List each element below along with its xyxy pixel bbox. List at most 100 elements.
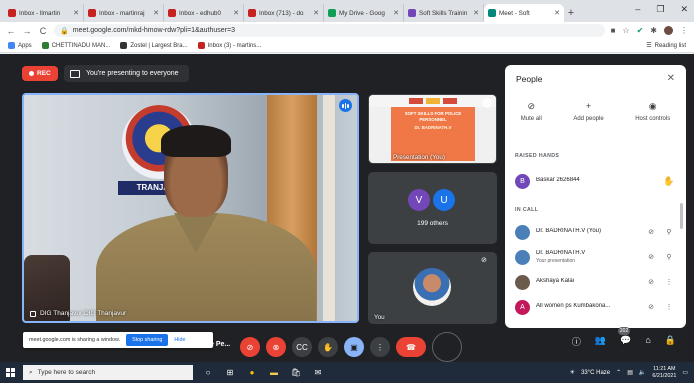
bookmark-label: Apps xyxy=(18,42,32,49)
clock[interactable]: 11:21 AM 6/21/2021 xyxy=(652,366,676,380)
bookmark-item[interactable]: Inbox (3) - martins... xyxy=(197,42,261,49)
new-tab-button[interactable]: + xyxy=(564,4,578,22)
present-button[interactable]: ▣ xyxy=(344,337,364,357)
list-item[interactable]: Dr. BADRINATH.V Your presentation ⊘ ⚲ xyxy=(515,249,675,265)
panel-scrollbar[interactable] xyxy=(680,203,683,229)
people-count-badge: 202 xyxy=(617,327,631,335)
activities-icon[interactable]: ⌂ xyxy=(645,335,650,348)
reading-list-button[interactable]: ☰ Reading list xyxy=(646,42,686,50)
stop-sharing-button[interactable]: Stop sharing xyxy=(126,334,169,346)
wall-panel xyxy=(323,95,335,321)
avatar: B xyxy=(515,173,530,189)
captions-button[interactable]: CC xyxy=(292,337,312,357)
presentation-tile[interactable]: SOFT SKILLS FOR POLICE PERSONNEL Dr. BAD… xyxy=(368,94,497,164)
list-item[interactable]: A All women ps Kumbakona... ⊘ ⋮ xyxy=(515,299,675,315)
close-icon[interactable]: ✕ xyxy=(667,73,675,84)
volume-icon[interactable]: 🔈 xyxy=(639,369,646,376)
close-tab-icon[interactable]: ✕ xyxy=(473,9,479,17)
close-tab-icon[interactable]: ✕ xyxy=(153,9,159,17)
close-tab-icon[interactable]: ✕ xyxy=(233,9,239,17)
raised-hand-icon[interactable]: ✋ xyxy=(663,176,675,187)
more-options-icon[interactable]: ⋮ xyxy=(663,303,675,311)
close-tab-icon[interactable]: ✕ xyxy=(313,9,319,17)
file-explorer-icon[interactable]: ▬ xyxy=(267,366,281,380)
close-tab-icon[interactable]: ✕ xyxy=(73,9,79,17)
others-tile[interactable]: V U 199 others xyxy=(368,172,497,244)
main-video-tile[interactable]: TRANJAVUR DIG Thanjavur DIG Thanjavur xyxy=(22,93,359,323)
profile-avatar[interactable] xyxy=(664,26,673,35)
browser-tab[interactable]: Soft Skills Trainin ✕ xyxy=(404,4,484,22)
camera-toggle-button[interactable]: ⊗ xyxy=(266,337,286,357)
lock-icon: 🔒 xyxy=(60,27,69,35)
action-label: Add people xyxy=(573,116,604,122)
task-switch-icon[interactable]: ⊞ xyxy=(223,366,237,380)
browser-tab[interactable]: Inbox - edhub0 ✕ xyxy=(164,4,244,22)
chrome-icon[interactable]: ● xyxy=(245,366,259,380)
notifications-icon[interactable]: ▭ xyxy=(682,369,688,376)
task-view-icon[interactable]: ○ xyxy=(201,366,215,380)
chat-icon[interactable]: 💬 xyxy=(620,335,631,348)
avatar: V xyxy=(408,189,430,211)
browser-tab[interactable]: Inbox - martinraj ✕ xyxy=(84,4,164,22)
camera-icon[interactable]: ■ xyxy=(611,26,616,35)
mic-toggle-button[interactable]: ⊘ xyxy=(240,337,260,357)
url-field[interactable]: 🔒 meet.google.com/mkd-hmow-rdw?pli=1&aut… xyxy=(54,24,605,37)
mic-off-icon[interactable]: ⊘ xyxy=(645,228,657,236)
people-button[interactable]: 👥 202 xyxy=(595,327,631,348)
tray-chevron-icon[interactable]: ⌃ xyxy=(616,369,621,376)
close-window-button[interactable]: ✕ xyxy=(680,4,688,15)
list-item[interactable]: Akshaya Kalai ⊘ ⋮ xyxy=(515,274,675,290)
mic-off-icon[interactable]: ⊘ xyxy=(645,303,657,311)
mute-all-button[interactable]: ⊘ Mute all xyxy=(521,101,542,122)
puzzle-icon[interactable]: ✱ xyxy=(650,26,657,35)
cursor-indicator xyxy=(432,332,462,362)
hide-button[interactable]: Hide xyxy=(174,337,185,343)
slide-presenter: Dr. BADRINATH.V xyxy=(414,125,452,131)
mic-off-icon[interactable]: ⊘ xyxy=(645,278,657,286)
reload-button[interactable]: C xyxy=(38,26,48,36)
bookmark-item[interactable]: Apps xyxy=(8,42,32,49)
bookmark-item[interactable]: CHETTINADU MAN... xyxy=(41,42,110,49)
minimize-button[interactable]: – xyxy=(635,4,640,15)
more-options-button[interactable]: ⋮ xyxy=(370,337,390,357)
self-tile[interactable]: ⊘ You xyxy=(368,252,497,324)
search-placeholder: Type here to search xyxy=(37,369,96,376)
pin-icon xyxy=(30,310,36,317)
mail-icon[interactable]: ✉ xyxy=(311,366,325,380)
pin-icon[interactable]: ⚲ xyxy=(663,228,675,236)
browser-tab[interactable]: Inbox - llmartin ✕ xyxy=(4,4,84,22)
host-controls-button[interactable]: ◉ Host controls xyxy=(635,101,670,122)
browser-tab[interactable]: My Drive - Goog ✕ xyxy=(324,4,404,22)
clock-time: 11:21 AM xyxy=(653,365,676,372)
more-options-icon[interactable]: ⋮ xyxy=(663,278,675,286)
pin-icon[interactable]: ⚲ xyxy=(663,253,675,261)
tile-options-icon[interactable] xyxy=(482,98,492,108)
weather-icon: ☀ xyxy=(569,370,576,376)
raise-hand-button[interactable]: ✋ xyxy=(318,337,338,357)
browser-menu-icon[interactable]: ⋮ xyxy=(680,26,688,35)
windows-start-icon[interactable] xyxy=(6,368,15,377)
list-item[interactable]: B Baskar 2626844 ✋ xyxy=(515,173,675,189)
list-item[interactable]: Dr. BADRINATH.V (You) ⊘ ⚲ xyxy=(515,224,675,240)
store-icon[interactable]: 🛍 xyxy=(289,366,303,380)
add-people-button[interactable]: + Add people xyxy=(573,101,603,122)
browser-tab[interactable]: Meet - Soft ✕ xyxy=(484,4,564,22)
taskbar-search[interactable]: ⌕ Type here to search xyxy=(23,365,193,380)
browser-tab[interactable]: Inbox (713) - do ✕ xyxy=(244,4,324,22)
tab-label: Meet - Soft xyxy=(499,9,530,17)
check-extension-icon[interactable]: ✔ xyxy=(637,26,644,35)
in-call-heading: IN CALL xyxy=(515,207,539,213)
url-text: meet.google.com/mkd-hmow-rdw?pli=1&authu… xyxy=(72,27,235,34)
close-tab-icon[interactable]: ✕ xyxy=(393,9,399,17)
network-icon[interactable]: ▤ xyxy=(627,369,633,376)
star-icon[interactable]: ☆ xyxy=(622,26,629,35)
leave-call-button[interactable]: ☎ xyxy=(396,337,426,357)
lock-icon[interactable]: 🔒 xyxy=(665,335,676,348)
back-button[interactable]: ← xyxy=(6,26,16,36)
maximize-button[interactable]: ❐ xyxy=(656,4,664,15)
close-tab-icon[interactable]: ✕ xyxy=(554,9,560,17)
screen-share-off-icon[interactable]: ⊘ xyxy=(645,253,657,261)
info-icon[interactable]: ⓘ xyxy=(572,335,581,348)
bookmark-item[interactable]: Zostel | Largest Bra... xyxy=(120,42,188,49)
forward-button[interactable]: → xyxy=(22,26,32,36)
